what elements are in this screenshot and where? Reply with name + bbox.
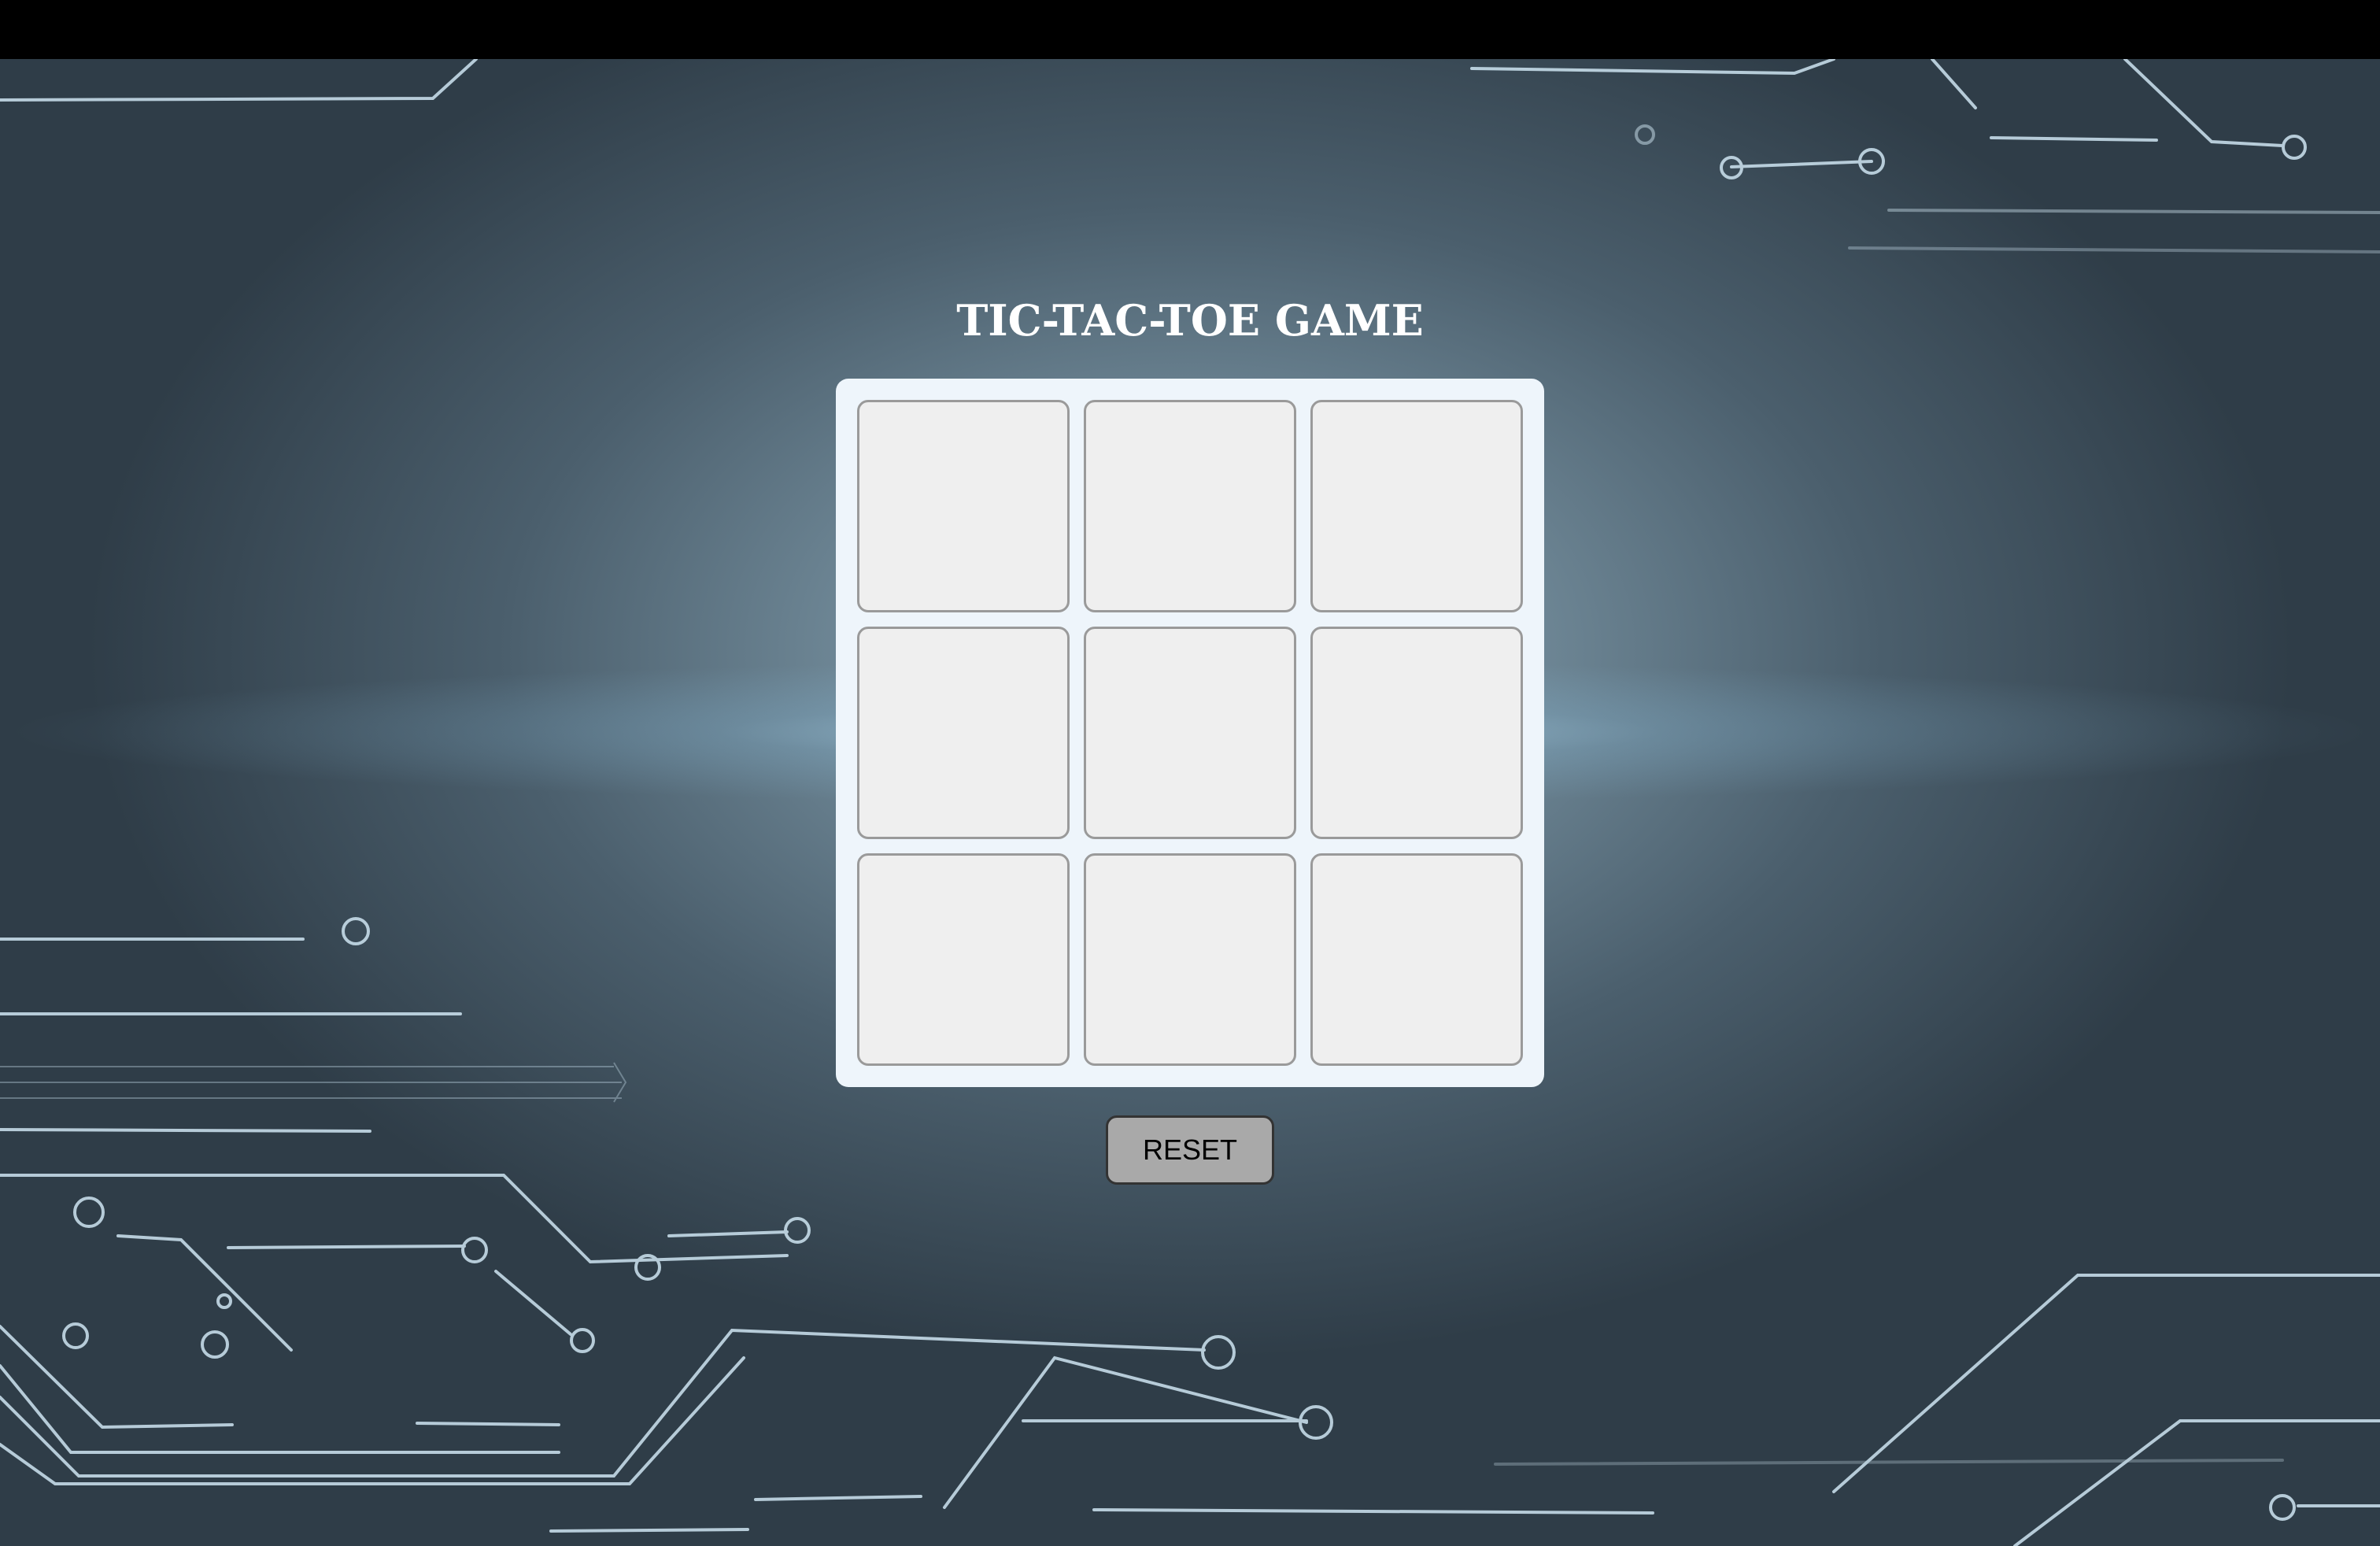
board-cell-4[interactable]: [857, 627, 1070, 839]
board-cell-9[interactable]: [1310, 853, 1523, 1066]
board-cell-2[interactable]: [1084, 400, 1296, 612]
game-page: TIC-TAC-TOE GAME RESET: [0, 59, 2380, 1546]
reset-button[interactable]: RESET: [1106, 1115, 1274, 1185]
game-board: [836, 379, 1544, 1087]
game-title: TIC-TAC-TOE GAME: [956, 295, 1424, 346]
top-black-bar: [0, 0, 2380, 59]
board-cell-8[interactable]: [1084, 853, 1296, 1066]
board-cell-7[interactable]: [857, 853, 1070, 1066]
board-cell-5[interactable]: [1084, 627, 1296, 839]
board-cell-1[interactable]: [857, 400, 1070, 612]
board-cell-6[interactable]: [1310, 627, 1523, 839]
board-cell-3[interactable]: [1310, 400, 1523, 612]
